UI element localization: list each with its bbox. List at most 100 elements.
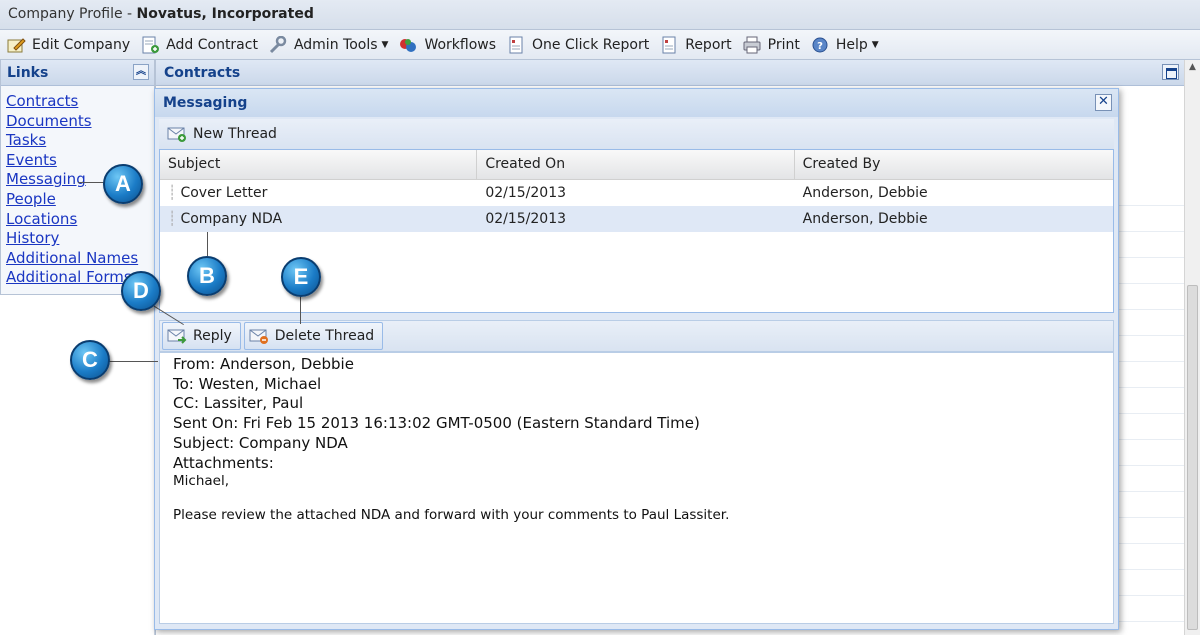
scrollbar-thumb[interactable] xyxy=(1187,285,1198,630)
contracts-row xyxy=(1118,440,1188,466)
svg-text:?: ? xyxy=(817,41,823,52)
callout-d: D xyxy=(121,271,161,311)
workflows-button[interactable]: Workflows xyxy=(396,32,504,58)
contracts-row xyxy=(1118,284,1188,310)
contracts-row xyxy=(1118,570,1188,596)
callout-e-line xyxy=(300,296,301,324)
message-from: From: Anderson, Debbie xyxy=(173,355,354,373)
message-body-text: Please review the attached NDA and forwa… xyxy=(173,507,730,524)
message-to: To: Westen, Michael xyxy=(173,374,322,393)
link-additional-names[interactable]: Additional Names xyxy=(6,249,154,269)
chevron-down-icon: ▼ xyxy=(871,39,879,50)
print-button[interactable]: Print xyxy=(740,32,808,58)
col-created-by[interactable]: Created By xyxy=(795,150,1113,179)
report-icon xyxy=(659,36,679,54)
help-label: Help xyxy=(835,36,868,53)
links-header: Links ︽ xyxy=(1,60,154,86)
contracts-row xyxy=(1118,310,1188,336)
scroll-up-icon[interactable]: ▲ xyxy=(1189,62,1196,72)
tree-connector-icon: ┊ xyxy=(168,211,177,227)
print-label: Print xyxy=(767,36,800,53)
new-thread-button[interactable]: New Thread xyxy=(165,121,285,147)
admin-tools-button[interactable]: Admin Tools ▼ xyxy=(266,32,396,58)
title-prefix: Company Profile - xyxy=(8,6,137,22)
contracts-row xyxy=(1118,180,1188,206)
callout-b: B xyxy=(187,256,227,296)
new-thread-label: New Thread xyxy=(193,126,277,142)
maximize-icon[interactable] xyxy=(1162,64,1179,80)
contracts-row xyxy=(1118,206,1188,232)
delete-message-icon xyxy=(249,327,269,345)
chevron-down-icon: ▼ xyxy=(381,39,389,50)
row-subject: Company NDA xyxy=(180,211,283,227)
contracts-row xyxy=(1118,258,1188,284)
edit-company-button[interactable]: Edit Company xyxy=(4,32,138,58)
contracts-row xyxy=(1118,232,1188,258)
contracts-row xyxy=(1118,336,1188,362)
reply-icon xyxy=(167,327,187,345)
contracts-header: Contracts xyxy=(156,60,1185,86)
link-documents[interactable]: Documents xyxy=(6,112,154,132)
delete-thread-label: Delete Thread xyxy=(274,328,375,344)
messaging-toolbar: New Thread xyxy=(159,119,1114,149)
message-preview: From: Anderson, Debbie To: Westen, Micha… xyxy=(159,352,1114,624)
link-locations[interactable]: Locations xyxy=(6,210,154,230)
contracts-row xyxy=(1118,544,1188,570)
contracts-row xyxy=(1118,414,1188,440)
callout-c: C xyxy=(70,340,110,380)
help-button[interactable]: ? Help ▼ xyxy=(808,32,887,58)
edit-company-icon xyxy=(6,36,26,54)
report-button[interactable]: Report xyxy=(657,32,739,58)
admin-tools-label: Admin Tools xyxy=(293,36,378,53)
report-icon xyxy=(506,36,526,54)
table-row[interactable]: ┊ Company NDA 02/15/2013 Anderson, Debbie xyxy=(160,206,1113,232)
contracts-row xyxy=(1118,518,1188,544)
messaging-title-bar: Messaging ✕ xyxy=(155,89,1118,117)
reply-button[interactable]: Reply xyxy=(162,322,241,350)
report-label: Report xyxy=(685,36,732,53)
collapse-icon[interactable]: ︽ xyxy=(133,64,149,80)
workflow-icon xyxy=(398,36,418,54)
main-toolbar: Edit Company Add Contract Admin Tools ▼ W… xyxy=(0,30,1200,60)
link-tasks[interactable]: Tasks xyxy=(6,131,154,151)
one-click-report-label: One Click Report xyxy=(532,36,650,53)
new-message-icon xyxy=(167,125,187,143)
col-subject[interactable]: Subject xyxy=(160,150,478,179)
help-icon: ? xyxy=(810,36,830,54)
tree-connector-icon: ┊ xyxy=(168,185,177,201)
row-created-by: Anderson, Debbie xyxy=(802,211,928,227)
threads-grid-header: Subject Created On Created By xyxy=(160,150,1113,180)
row-created-on: 02/15/2013 xyxy=(485,211,567,227)
contracts-row xyxy=(1118,362,1188,388)
table-row[interactable]: ┊ Cover Letter 02/15/2013 Anderson, Debbi… xyxy=(160,180,1113,206)
contracts-row xyxy=(1118,466,1188,492)
reply-label: Reply xyxy=(193,328,232,344)
contracts-title: Contracts xyxy=(164,65,241,81)
page-scrollbar[interactable]: ▲ xyxy=(1184,60,1200,635)
add-contract-button[interactable]: Add Contract xyxy=(138,32,266,58)
workflows-label: Workflows xyxy=(424,36,497,53)
links-title: Links xyxy=(7,65,49,81)
message-cc: CC: Lassiter, Paul xyxy=(173,394,304,413)
message-attachments: Attachments: xyxy=(173,453,274,472)
link-history[interactable]: History xyxy=(6,229,154,249)
add-contract-icon xyxy=(140,36,160,54)
row-created-by: Anderson, Debbie xyxy=(802,185,928,201)
one-click-report-button[interactable]: One Click Report xyxy=(504,32,657,58)
row-subject: Cover Letter xyxy=(180,185,268,201)
col-created-on[interactable]: Created On xyxy=(477,150,795,179)
contracts-row xyxy=(1118,596,1188,622)
contracts-row xyxy=(1118,492,1188,518)
contracts-row xyxy=(1118,388,1188,414)
message-subject: Subject: Company NDA xyxy=(173,433,348,452)
link-contracts[interactable]: Contracts xyxy=(6,92,154,112)
callout-b-line xyxy=(207,232,208,256)
messaging-window: Messaging ✕ New Thread Subject Created O… xyxy=(154,88,1119,630)
close-icon[interactable]: ✕ xyxy=(1095,94,1112,111)
printer-icon xyxy=(742,36,762,54)
wrench-icon xyxy=(268,35,288,54)
delete-thread-button[interactable]: Delete Thread xyxy=(243,322,384,350)
message-greeting: Michael, xyxy=(173,473,229,490)
callout-c-line xyxy=(108,361,158,362)
callout-a: A xyxy=(103,164,143,204)
